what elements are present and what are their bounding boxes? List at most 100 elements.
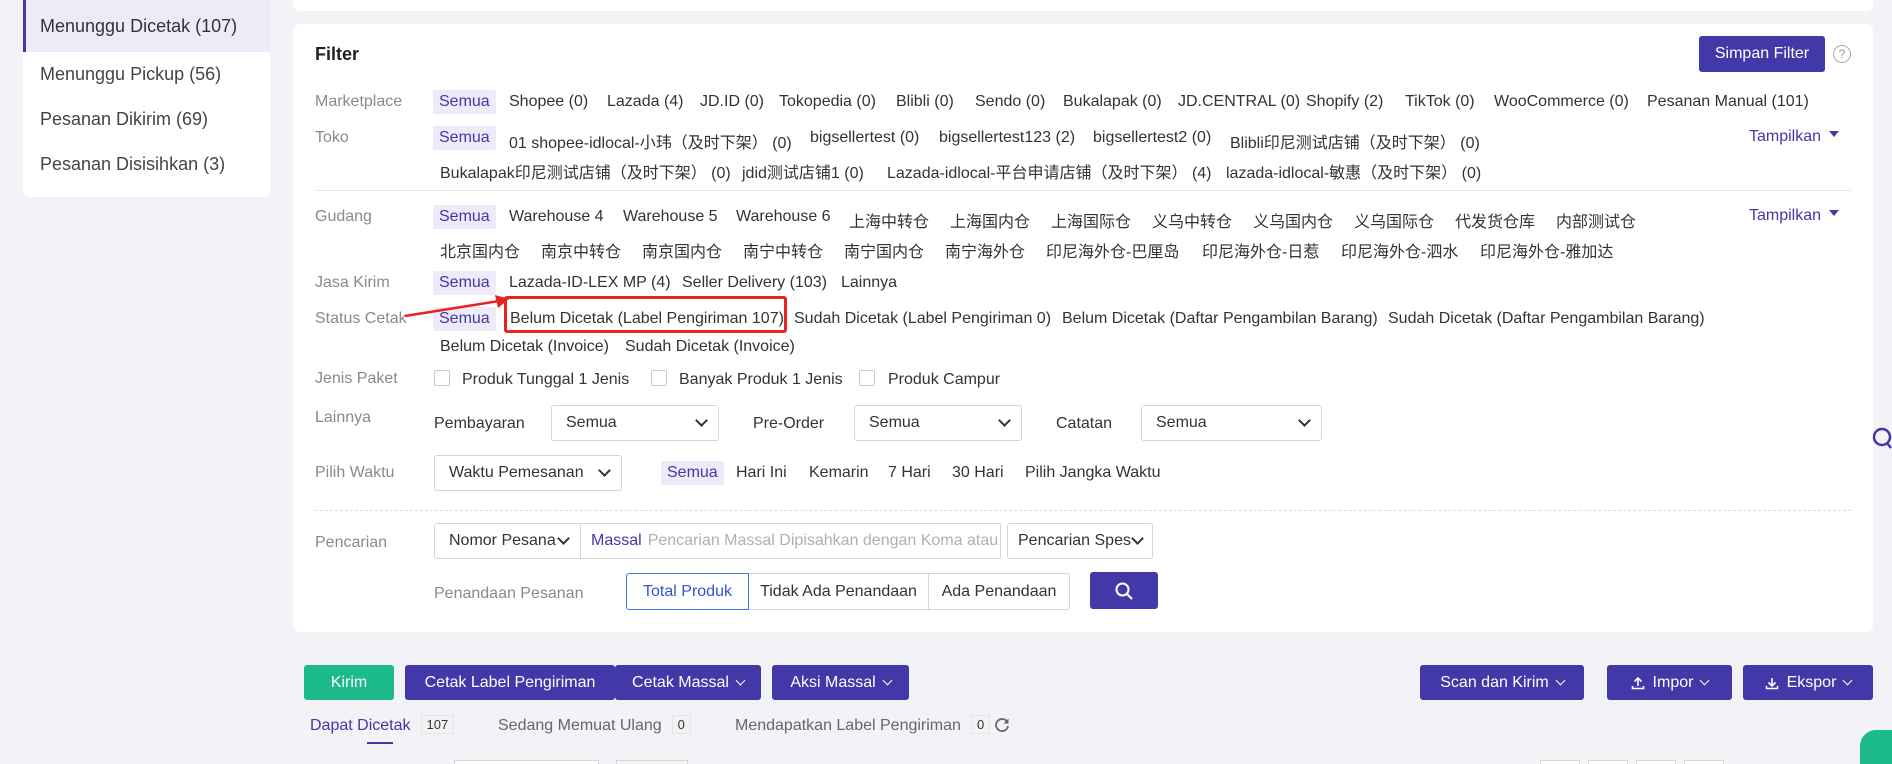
marketplace-option[interactable]: JD.CENTRAL (0): [1178, 93, 1300, 111]
tab-mendapatkan-label[interactable]: Mendapatkan Label Pengiriman 0: [735, 715, 991, 735]
chat-support-icon[interactable]: [1860, 730, 1892, 764]
jasa-kirim-option[interactable]: Lainnya: [841, 274, 897, 292]
marketplace-option[interactable]: Sendo (0): [975, 93, 1045, 111]
pagination-button[interactable]: [1588, 760, 1628, 764]
marketplace-option[interactable]: Bukalapak (0): [1063, 93, 1162, 111]
pagination-button[interactable]: [1540, 760, 1580, 764]
gudang-option[interactable]: 上海国内仓: [950, 208, 1030, 232]
view-toggle[interactable]: [616, 760, 688, 764]
status-cetak-option[interactable]: Sudah Dicetak (Invoice): [625, 338, 795, 356]
waktu-option[interactable]: 30 Hari: [952, 464, 1004, 482]
gudang-option[interactable]: 南京国内仓: [642, 238, 722, 262]
marketplace-option[interactable]: WooCommerce (0): [1494, 93, 1629, 111]
aksi-massal-button[interactable]: Aksi Massal: [772, 665, 909, 700]
pagination-button[interactable]: [1636, 760, 1676, 764]
sidebar-item-pesanan-disisihkan[interactable]: Pesanan Disisihkan (3): [23, 142, 270, 187]
gudang-option[interactable]: 印尼海外仓-雅加达: [1480, 238, 1613, 262]
search-button[interactable]: [1090, 572, 1158, 609]
toko-option[interactable]: bigsellertest2 (0): [1093, 129, 1211, 147]
marketplace-option[interactable]: Tokopedia (0): [779, 93, 876, 111]
gudang-option[interactable]: 上海国际仓: [1051, 208, 1131, 232]
help-icon[interactable]: ?: [1833, 45, 1851, 63]
pagination-button[interactable]: [1684, 760, 1724, 764]
status-cetak-option[interactable]: Belum Dicetak (Invoice): [440, 338, 609, 356]
status-cetak-option[interactable]: Belum Dicetak (Daftar Pengambilan Barang…: [1062, 310, 1378, 328]
toko-all-chip[interactable]: Semua: [433, 126, 496, 150]
marketplace-option[interactable]: Pesanan Manual (101): [1647, 93, 1809, 111]
refresh-icon[interactable]: [993, 716, 1011, 734]
status-cetak-option[interactable]: Sudah Dicetak (Daftar Pengambilan Barang…: [1388, 310, 1705, 328]
tab-dapat-dicetak[interactable]: Dapat Dicetak 107: [310, 715, 455, 735]
jenis-paket-option[interactable]: Produk Tunggal 1 Jenis: [462, 371, 629, 389]
segment-tidak-ada-penandaan[interactable]: Tidak Ada Penandaan: [749, 573, 929, 610]
toko-option[interactable]: jdid测试店铺1 (0): [742, 159, 864, 183]
gudang-option[interactable]: 印尼海外仓-泗水: [1341, 238, 1458, 262]
page-size-select[interactable]: [454, 760, 599, 764]
segment-ada-penandaan[interactable]: Ada Penandaan: [929, 573, 1070, 610]
toko-option[interactable]: Blibli印尼测试店铺（及时下架） (0): [1230, 129, 1480, 153]
gudang-option[interactable]: Warehouse 6: [736, 208, 831, 226]
sidebar-item-menunggu-pickup[interactable]: Menunggu Pickup (56): [23, 52, 270, 97]
cetak-label-button[interactable]: Cetak Label Pengiriman: [405, 665, 615, 700]
gudang-option[interactable]: 义乌中转仓: [1152, 208, 1232, 232]
gudang-option[interactable]: Warehouse 5: [623, 208, 718, 226]
gudang-option[interactable]: 南宁海外仓: [945, 238, 1025, 262]
marketplace-option[interactable]: Lazada (4): [607, 93, 684, 111]
waktu-option[interactable]: Hari Ini: [736, 464, 787, 482]
search-input[interactable]: Massal Pencarian Massal Dipisahkan denga…: [580, 523, 1001, 559]
cetak-massal-button[interactable]: Cetak Massal: [615, 665, 761, 700]
status-cetak-option[interactable]: Sudah Dicetak (Label Pengiriman 0): [794, 310, 1051, 328]
checkbox-produk-campur[interactable]: [859, 370, 875, 386]
marketplace-option[interactable]: TikTok (0): [1405, 93, 1475, 111]
save-filter-button[interactable]: Simpan Filter: [1699, 36, 1825, 72]
gudang-option[interactable]: 北京国内仓: [440, 238, 520, 262]
catatan-select[interactable]: Semua: [1141, 405, 1322, 441]
floating-search-icon[interactable]: [1870, 426, 1892, 452]
gudang-all-chip[interactable]: Semua: [433, 205, 496, 229]
waktu-option[interactable]: Kemarin: [809, 464, 869, 482]
jasa-kirim-option[interactable]: Lazada-ID-LEX MP (4): [509, 274, 671, 292]
waktu-type-select[interactable]: Waktu Pemesanan: [434, 455, 622, 491]
checkbox-banyak-produk[interactable]: [651, 370, 667, 386]
toko-option[interactable]: Lazada-idlocal-平台申请店铺（及时下架） (4): [887, 159, 1212, 183]
toko-option[interactable]: 01 shopee-idlocal-小玮（及时下架） (0): [509, 129, 792, 153]
gudang-option[interactable]: 义乌国内仓: [1253, 208, 1333, 232]
gudang-option[interactable]: 代发货仓库: [1455, 208, 1535, 232]
gudang-option[interactable]: 印尼海外仓-日惹: [1202, 238, 1319, 262]
waktu-option[interactable]: Pilih Jangka Waktu: [1025, 464, 1160, 482]
segment-total-produk[interactable]: Total Produk: [626, 573, 749, 610]
tab-sedang-memuat-ulang[interactable]: Sedang Memuat Ulang 0: [498, 715, 691, 735]
jenis-paket-option[interactable]: Produk Campur: [888, 371, 1000, 389]
toko-option[interactable]: bigsellertest (0): [810, 129, 919, 147]
toko-option[interactable]: Bukalapak印尼测试店铺（及时下架） (0): [440, 159, 731, 183]
gudang-option[interactable]: 南宁中转仓: [743, 238, 823, 262]
gudang-option[interactable]: 南京中转仓: [541, 238, 621, 262]
marketplace-option[interactable]: Shopify (2): [1306, 93, 1383, 111]
gudang-option[interactable]: 印尼海外仓-巴厘岛: [1046, 238, 1179, 262]
gudang-option[interactable]: 内部测试仓: [1556, 208, 1636, 232]
marketplace-option[interactable]: JD.ID (0): [700, 93, 764, 111]
marketplace-option[interactable]: Blibli (0): [896, 93, 954, 111]
jenis-paket-option[interactable]: Banyak Produk 1 Jenis: [679, 371, 843, 389]
massal-link[interactable]: Massal: [580, 532, 642, 550]
gudang-option[interactable]: 义乌国际仓: [1354, 208, 1434, 232]
toko-show-more[interactable]: Tampilkan: [1749, 128, 1840, 146]
sidebar-item-pesanan-dikirim[interactable]: Pesanan Dikirim (69): [23, 97, 270, 142]
sidebar-item-menunggu-dicetak[interactable]: Menunggu Dicetak (107): [23, 0, 270, 52]
marketplace-option[interactable]: Shopee (0): [509, 93, 588, 111]
gudang-option[interactable]: 上海中转仓: [849, 208, 929, 232]
impor-button[interactable]: Impor: [1607, 665, 1732, 700]
preorder-select[interactable]: Semua: [854, 405, 1022, 441]
gudang-show-more[interactable]: Tampilkan: [1749, 207, 1840, 225]
search-type-select[interactable]: Nomor Pesana: [434, 523, 581, 559]
waktu-option[interactable]: 7 Hari: [888, 464, 931, 482]
gudang-option[interactable]: 南宁国内仓: [844, 238, 924, 262]
pembayaran-select[interactable]: Semua: [551, 405, 719, 441]
marketplace-all-chip[interactable]: Semua: [433, 90, 496, 114]
search-spec-select[interactable]: Pencarian Spes: [1007, 523, 1153, 559]
toko-option[interactable]: lazada-idlocal-敏惠（及时下架） (0): [1226, 159, 1481, 183]
scan-kirim-button[interactable]: Scan dan Kirim: [1420, 665, 1584, 700]
checkbox-produk-tunggal[interactable]: [434, 370, 450, 386]
ekspor-button[interactable]: Ekspor: [1743, 665, 1873, 700]
waktu-all-chip[interactable]: Semua: [661, 461, 724, 485]
